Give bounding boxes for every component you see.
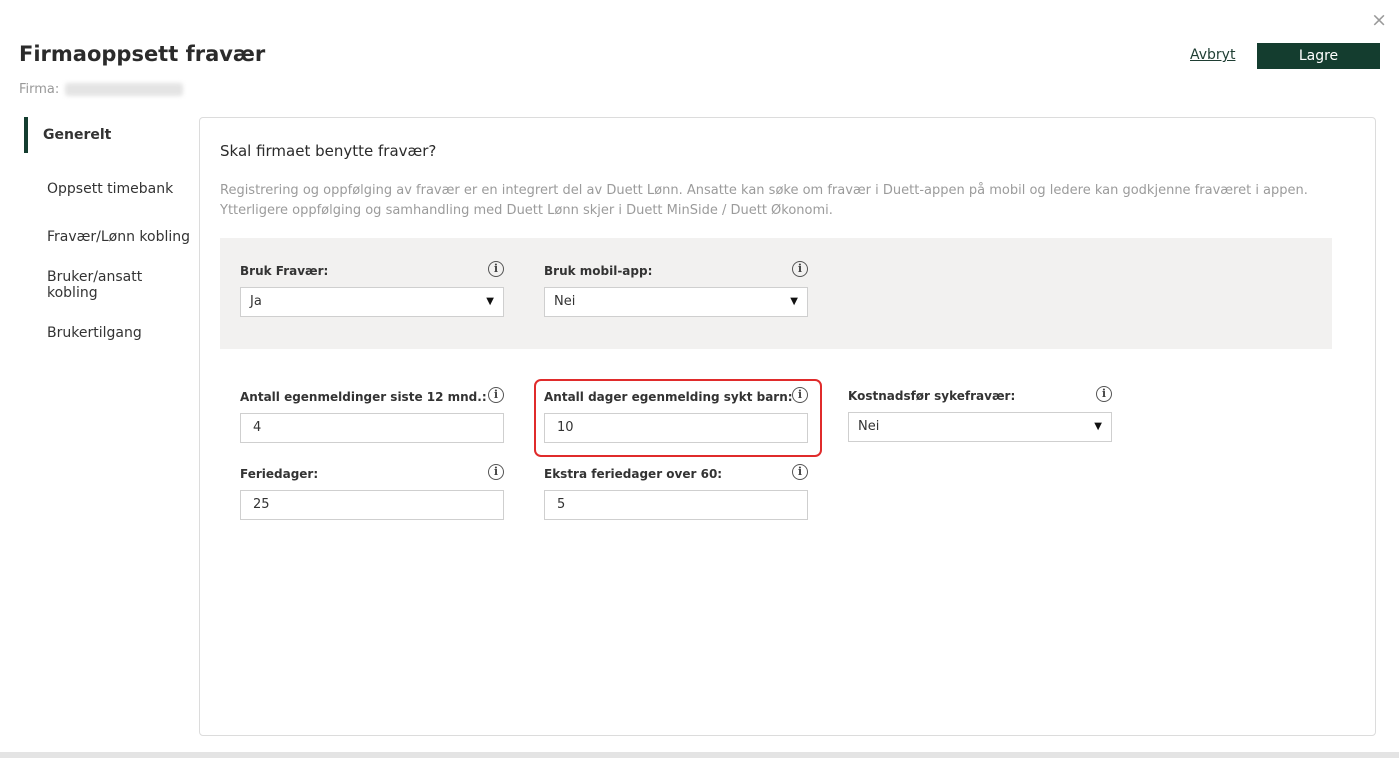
- section-description: Registrering og oppfølging av fravær er …: [220, 183, 1308, 218]
- bruk-fravaer-select[interactable]: Ja ▼: [240, 287, 504, 317]
- sidebar-item-brukertilgang[interactable]: Brukertilgang: [24, 309, 194, 357]
- sidebar-item-generelt[interactable]: Generelt: [24, 117, 194, 153]
- bottom-strip: [0, 752, 1399, 758]
- highlight-annotation: [534, 379, 822, 457]
- bruk-fravaer-field: Bruk Fravær: i Ja ▼: [240, 261, 504, 317]
- sidebar-item-fravaer-lonn-kobling[interactable]: Fravær/Lønn kobling: [24, 213, 194, 261]
- close-icon[interactable]: ×: [1371, 10, 1387, 30]
- sidebar-item-oppsett-timebank[interactable]: Oppsett timebank: [24, 165, 194, 213]
- feriedager-field: Feriedager: i: [240, 464, 504, 520]
- info-icon[interactable]: i: [1096, 386, 1112, 402]
- ekstra-feriedager-label: Ekstra feriedager over 60:: [544, 467, 723, 481]
- ekstra-feriedager-input[interactable]: [544, 490, 808, 520]
- firma-label: Firma:: [19, 82, 60, 97]
- antall-egenmeldinger-field: Antall egenmeldinger siste 12 mnd.: i: [240, 387, 504, 443]
- feriedager-input[interactable]: [240, 490, 504, 520]
- kostnadsfor-sykefravaer-label: Kostnadsfør sykefravær:: [848, 389, 1016, 403]
- kostnadsfor-sykefravaer-select[interactable]: Nei ▼: [848, 412, 1112, 442]
- kostnadsfor-sykefravaer-value: Nei: [858, 419, 880, 434]
- kostnadsfor-sykefravaer-field: Kostnadsfør sykefravær: i Nei ▼: [848, 386, 1112, 442]
- bruk-fravaer-label: Bruk Fravær:: [240, 264, 329, 278]
- section-question: Skal firmaet benytte fravær?: [220, 142, 437, 160]
- caret-down-icon: ▼: [486, 296, 494, 307]
- info-icon[interactable]: i: [488, 464, 504, 480]
- feriedager-label: Feriedager:: [240, 467, 319, 481]
- page-title: Firmaoppsett fravær: [19, 42, 266, 66]
- info-icon[interactable]: i: [488, 261, 504, 277]
- bruk-mobilapp-select[interactable]: Nei ▼: [544, 287, 808, 317]
- sidebar-item-bruker-ansatt-kobling[interactable]: Bruker/ansatt kobling: [24, 261, 194, 309]
- firma-name-redacted: [65, 83, 184, 96]
- cancel-link[interactable]: Avbryt: [1190, 47, 1235, 63]
- info-icon[interactable]: i: [488, 387, 504, 403]
- caret-down-icon: ▼: [790, 296, 798, 307]
- antall-egenmeldinger-label: Antall egenmeldinger siste 12 mnd.:: [240, 390, 487, 404]
- ekstra-feriedager-field: Ekstra feriedager over 60: i: [544, 464, 808, 520]
- bruk-mobilapp-field: Bruk mobil-app: i Nei ▼: [544, 261, 808, 317]
- bruk-mobilapp-label: Bruk mobil-app:: [544, 264, 653, 278]
- dialog: × Firmaoppsett fravær Firma: Avbryt Lagr…: [0, 0, 1399, 752]
- save-button[interactable]: Lagre: [1257, 43, 1380, 69]
- firma-row: Firma:: [19, 82, 184, 97]
- bruk-fravaer-value: Ja: [250, 294, 262, 309]
- info-icon[interactable]: i: [792, 261, 808, 277]
- caret-down-icon: ▼: [1094, 421, 1102, 432]
- antall-egenmeldinger-input[interactable]: [240, 413, 504, 443]
- sidebar-nav: Generelt Oppsett timebank Fravær/Lønn ko…: [24, 117, 194, 357]
- bruk-mobilapp-value: Nei: [554, 294, 576, 309]
- info-icon[interactable]: i: [792, 464, 808, 480]
